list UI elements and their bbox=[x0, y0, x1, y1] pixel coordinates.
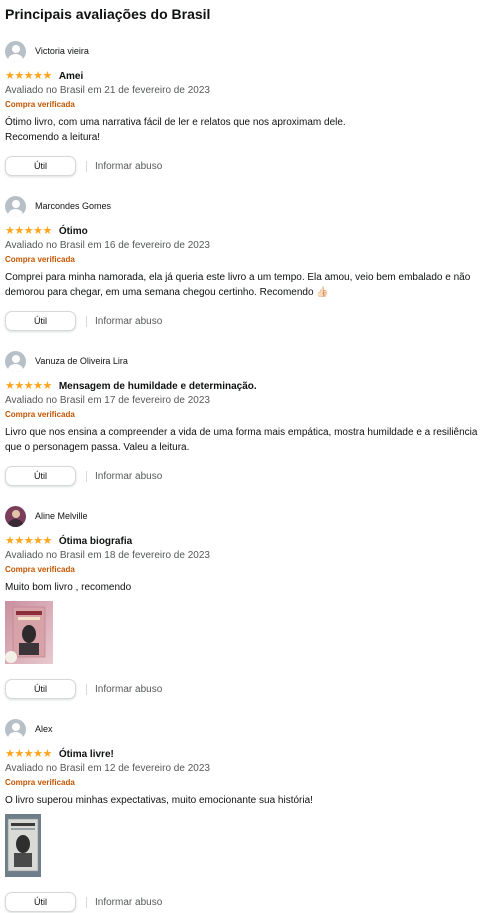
review-body: Muito bom livro , recomendo bbox=[5, 582, 132, 593]
reviewer-profile[interactable]: Marcondes Gomes bbox=[5, 193, 495, 219]
review-body: Ótimo livro, com uma narrativa fácil de … bbox=[5, 117, 346, 143]
divider bbox=[86, 160, 87, 172]
report-abuse-link[interactable]: Informar abuso bbox=[95, 684, 162, 695]
divider bbox=[86, 315, 87, 327]
report-abuse-link[interactable]: Informar abuso bbox=[95, 161, 162, 172]
avatar-icon bbox=[5, 195, 26, 217]
avatar-icon bbox=[5, 505, 26, 527]
reviewer-profile[interactable]: Victoria vieira bbox=[5, 38, 495, 64]
reviewer-profile[interactable]: Alex bbox=[5, 716, 495, 742]
review: Marcondes Gomes ★★★★★ Ótimo Avaliado no … bbox=[5, 193, 495, 332]
reviewer-profile[interactable]: Aline Melville bbox=[5, 503, 495, 529]
review-photo-thumbnail[interactable] bbox=[5, 814, 41, 877]
reviewer-name: Victoria vieira bbox=[35, 46, 89, 56]
review-date: Avaliado no Brasil em 17 de fevereiro de… bbox=[5, 395, 210, 406]
section-title: Principais avaliações do Brasil bbox=[5, 6, 211, 22]
reviewer-name: Alex bbox=[35, 724, 53, 734]
verified-purchase-badge: Compra verificada bbox=[5, 778, 75, 787]
star-rating-icon[interactable]: ★★★★★ bbox=[5, 535, 52, 547]
useful-button[interactable]: Útil bbox=[5, 892, 76, 912]
divider bbox=[86, 683, 87, 695]
review-title[interactable]: Ótima biografia bbox=[59, 536, 132, 547]
avatar-icon bbox=[5, 40, 26, 62]
review: Vanuza de Oliveira Lira ★★★★★ Mensagem d… bbox=[5, 348, 495, 487]
review-date: Avaliado no Brasil em 21 de fevereiro de… bbox=[5, 85, 210, 96]
review-title[interactable]: Mensagem de humildade e determinação. bbox=[59, 381, 257, 392]
report-abuse-link[interactable]: Informar abuso bbox=[95, 316, 162, 327]
useful-button[interactable]: Útil bbox=[5, 679, 76, 699]
review-photo-thumbnail[interactable] bbox=[5, 601, 53, 664]
verified-purchase-badge: Compra verificada bbox=[5, 565, 75, 574]
reviewer-name: Marcondes Gomes bbox=[35, 201, 112, 211]
review-body: O livro superou minhas expectativas, mui… bbox=[5, 795, 313, 806]
review: Alex ★★★★★ Ótima livre! Avaliado no Bras… bbox=[5, 716, 495, 913]
reviewer-profile[interactable]: Vanuza de Oliveira Lira bbox=[5, 348, 495, 374]
review-title[interactable]: Ótimo bbox=[59, 226, 88, 237]
star-rating-icon[interactable]: ★★★★★ bbox=[5, 70, 52, 82]
review-date: Avaliado no Brasil em 18 de fevereiro de… bbox=[5, 550, 210, 561]
useful-button[interactable]: Útil bbox=[5, 466, 76, 486]
useful-button[interactable]: Útil bbox=[5, 311, 76, 331]
review: Victoria vieira ★★★★★ Amei Avaliado no B… bbox=[5, 38, 495, 177]
reviewer-name: Vanuza de Oliveira Lira bbox=[35, 356, 128, 366]
verified-purchase-badge: Compra verificada bbox=[5, 100, 75, 109]
report-abuse-link[interactable]: Informar abuso bbox=[95, 897, 162, 908]
verified-purchase-badge: Compra verificada bbox=[5, 410, 75, 419]
review-date: Avaliado no Brasil em 12 de fevereiro de… bbox=[5, 763, 210, 774]
avatar-icon bbox=[5, 718, 26, 740]
star-rating-icon[interactable]: ★★★★★ bbox=[5, 225, 52, 237]
review-title[interactable]: Ótima livre! bbox=[59, 749, 114, 760]
divider bbox=[86, 470, 87, 482]
review: Aline Melville ★★★★★ Ótima biografia Ava… bbox=[5, 503, 495, 700]
star-rating-icon[interactable]: ★★★★★ bbox=[5, 380, 52, 392]
review-body: Livro que nos ensina a compreender a vid… bbox=[5, 427, 478, 453]
avatar-icon bbox=[5, 350, 26, 372]
review-title[interactable]: Amei bbox=[59, 71, 83, 82]
verified-purchase-badge: Compra verificada bbox=[5, 255, 75, 264]
report-abuse-link[interactable]: Informar abuso bbox=[95, 471, 162, 482]
star-rating-icon[interactable]: ★★★★★ bbox=[5, 748, 52, 760]
useful-button[interactable]: Útil bbox=[5, 156, 76, 176]
review-body: Comprei para minha namorada, ela já quer… bbox=[5, 272, 471, 298]
reviewer-name: Aline Melville bbox=[35, 511, 88, 521]
divider bbox=[86, 896, 87, 908]
review-date: Avaliado no Brasil em 16 de fevereiro de… bbox=[5, 240, 210, 251]
